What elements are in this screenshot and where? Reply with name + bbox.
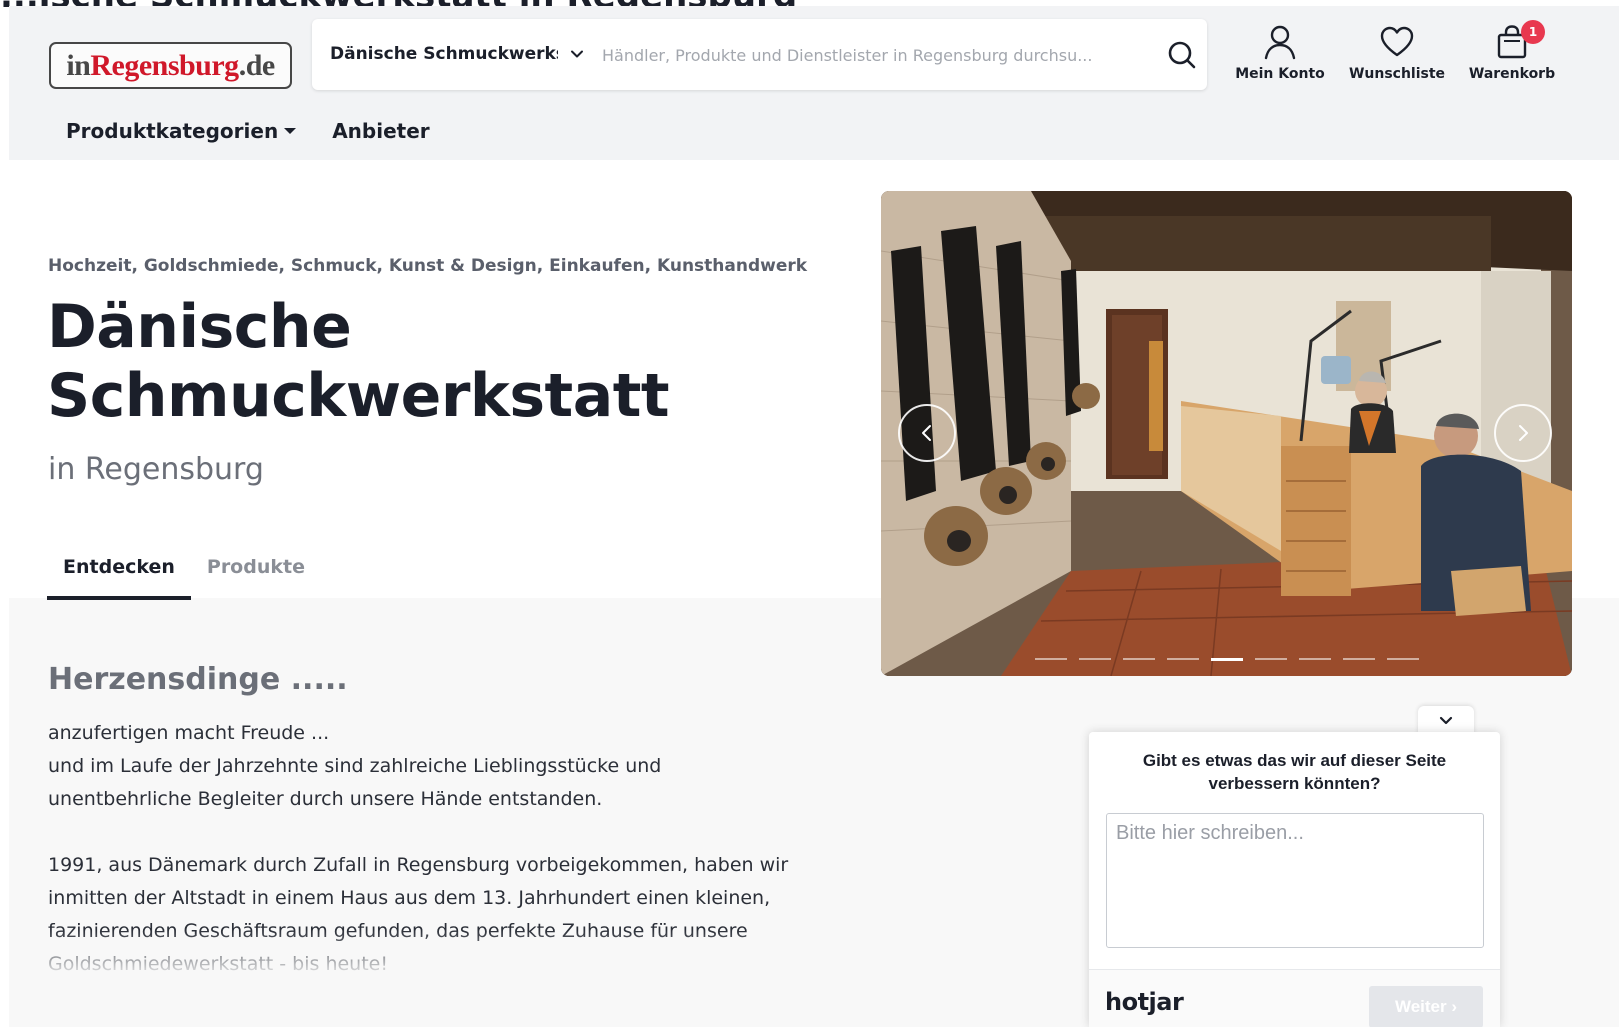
carousel-dot-active[interactable] — [1211, 658, 1243, 661]
heart-icon — [1380, 26, 1414, 57]
workshop-photo — [881, 191, 1572, 676]
logo-suffix: .de — [238, 49, 276, 82]
carousel-dot[interactable] — [1299, 658, 1331, 660]
feedback-next-button[interactable]: Weiter › — [1369, 986, 1483, 1027]
user-icon — [1264, 25, 1296, 60]
caret-down-icon — [284, 127, 297, 134]
image-carousel[interactable] — [881, 191, 1572, 676]
carousel-indicators — [1035, 658, 1419, 661]
site-header: inRegensburg.de Dänische Schmuckwerkstat… — [9, 6, 1619, 160]
chevron-down-icon[interactable] — [570, 47, 584, 61]
tab-discover[interactable]: Entdecken — [47, 540, 191, 600]
search-bar: Dänische Schmuckwerkstatt — [312, 19, 1207, 90]
chevron-right-icon — [1519, 425, 1528, 441]
carousel-dot[interactable] — [1123, 658, 1155, 660]
search-icon — [1168, 41, 1196, 69]
text-fade-overlay — [48, 930, 808, 980]
intro-paragraph: anzufertigen macht Freude ... und im Lau… — [48, 722, 662, 810]
carousel-dot[interactable] — [1079, 658, 1111, 660]
feedback-question: Gibt es etwas das wir auf dieser Seite v… — [1142, 751, 1447, 793]
section-heading: Herzensdinge ..... — [48, 662, 348, 697]
tab-products[interactable]: Produkte — [191, 540, 321, 600]
carousel-next-button[interactable] — [1494, 404, 1552, 462]
cart-count-badge: 1 — [1521, 20, 1545, 44]
carousel-dot[interactable] — [1167, 658, 1199, 660]
feedback-textarea[interactable] — [1106, 813, 1484, 948]
account-label: Mein Konto — [1235, 66, 1325, 82]
nav-product-categories-label: Produktkategorien — [66, 119, 279, 143]
feedback-footer: hotjar Weiter › — [1089, 969, 1500, 1027]
nav-product-categories[interactable]: Produktkategorien — [66, 116, 297, 146]
logo-city: Regensburg — [90, 49, 239, 82]
cart-button[interactable]: Warenkorb 1 — [1457, 20, 1567, 94]
chevron-left-icon — [922, 425, 931, 441]
tab-bar: Entdecken Produkte — [47, 540, 321, 600]
carousel-dot[interactable] — [1035, 658, 1067, 660]
account-button[interactable]: Mein Konto — [1225, 24, 1335, 94]
main-nav: Produktkategorien Anbieter — [66, 116, 430, 146]
carousel-prev-button[interactable] — [898, 404, 956, 462]
page-subtitle: in Regensburg — [48, 452, 264, 487]
logo-prefix: in — [66, 49, 91, 82]
search-scope-select[interactable]: Dänische Schmuckwerkstatt — [330, 19, 558, 90]
category-breadcrumb[interactable]: Hochzeit, Goldschmiede, Schmuck, Kunst &… — [48, 256, 807, 276]
carousel-dot[interactable] — [1255, 658, 1287, 660]
nav-vendors[interactable]: Anbieter — [332, 116, 429, 146]
chevron-down-icon — [1439, 716, 1453, 725]
wishlist-label: Wunschliste — [1348, 66, 1446, 82]
hotjar-logo: hotjar — [1105, 988, 1184, 1016]
wishlist-button[interactable]: Wunschliste — [1342, 24, 1452, 94]
feedback-widget: Gibt es etwas das wir auf dieser Seite v… — [1089, 732, 1500, 1027]
search-input[interactable] — [602, 37, 1152, 73]
carousel-dot[interactable] — [1343, 658, 1375, 660]
cart-label: Warenkorb — [1468, 66, 1556, 82]
search-button[interactable] — [1164, 37, 1200, 73]
page-title: Dänische Schmuckwerkstatt — [47, 292, 670, 431]
feedback-next-label: Weiter — [1394, 997, 1447, 1016]
carousel-dot[interactable] — [1387, 658, 1419, 660]
site-logo[interactable]: inRegensburg.de — [49, 42, 292, 89]
